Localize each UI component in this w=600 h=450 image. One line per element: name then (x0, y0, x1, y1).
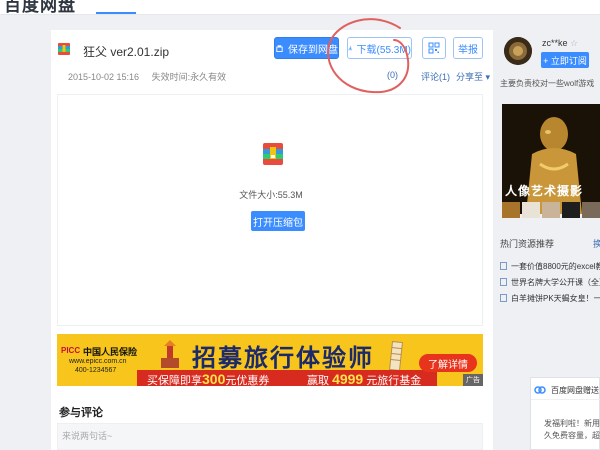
thumbnail[interactable] (522, 202, 540, 218)
ad-right-text: 赢取 (307, 375, 329, 386)
ad-url: www.epicc.com.cn (69, 358, 127, 365)
doc-icon (500, 278, 507, 286)
save-button-label: 保存到网盘 (288, 44, 338, 56)
comments-link[interactable]: 评论(1) (421, 70, 450, 83)
doc-icon (500, 262, 507, 270)
popup-line-2: 久免费容量，超大 (544, 431, 600, 440)
advertisement-banner[interactable]: PICC 中国人民保险 www.epicc.com.cn 400-1234567… (57, 334, 483, 386)
download-button[interactable]: 下载(55.3M) (347, 37, 412, 59)
share-to-label: 分享至 (456, 72, 484, 82)
promo-thumbnails (502, 202, 600, 220)
qrcode-button[interactable] (422, 37, 446, 59)
thumbnail[interactable] (502, 202, 520, 218)
popup-header: 百度网盘赠送 (531, 378, 600, 400)
list-item[interactable]: 白羊摊饼PK天蝎女皇！一代 (500, 290, 600, 306)
doc-icon (500, 294, 507, 302)
uploader-name[interactable]: zc**ke ☆ (542, 38, 578, 49)
share-to-link[interactable]: 分享至 ▾ (456, 70, 490, 83)
avatar[interactable] (504, 37, 532, 65)
uploader-bio: 主要负责校对一些wolf游戏 (500, 79, 595, 88)
list-item[interactable]: 一套价值8800元的excel教程 (500, 258, 600, 274)
thumbnail[interactable] (582, 202, 600, 218)
ad-left-number: 300 (202, 371, 226, 386)
uploader-name-text: zc**ke (542, 38, 568, 48)
thumbnail[interactable] (562, 202, 580, 218)
ad-headline: 招募旅行体验师 (192, 343, 374, 372)
download-button-label: 下载(55.3M) (356, 44, 411, 56)
top-navigation-bar: 百度网盘 (0, 0, 600, 15)
ad-brand-en: PICC (61, 346, 81, 355)
qrcode-icon (428, 42, 440, 54)
file-meta: 2015-10-02 15:16 失效时间:永久有效 (68, 70, 236, 83)
ad-phone: 400-1234567 (75, 367, 117, 374)
ad-right-suffix: 元旅行基金 (366, 375, 422, 386)
leaning-tower-icon (389, 341, 403, 371)
list-item-label: 一套价值8800元的excel教程 (511, 261, 600, 271)
cloud-save-icon (276, 45, 283, 53)
verified-star-icon: ☆ (570, 38, 579, 48)
active-tab-indicator (96, 12, 136, 14)
list-item-label: 世界名牌大学公开课（全） (511, 277, 600, 287)
ad-left-suffix: 元优惠券 (225, 375, 270, 386)
chevron-down-icon: ▾ (483, 72, 491, 82)
ad-cta-button[interactable]: 了解详情 (419, 354, 477, 372)
comments-heading: 参与评论 (59, 407, 103, 419)
open-archive-button[interactable]: 打开压缩包 (251, 211, 305, 231)
expiry-text: 失效时间:永久有效 (151, 72, 227, 82)
comment-input[interactable]: 来说两句话~ (57, 423, 483, 450)
recommendations-list: 一套价值8800元的excel教程 世界名牌大学公开课（全） 白羊摊饼PK天蝎女… (500, 258, 600, 306)
popup-body: 发福利啦！新用户 久免费容量，超大 (544, 418, 600, 442)
popup-line-1: 发福利啦！新用户 (544, 419, 600, 428)
landmark-icon (161, 340, 179, 368)
ad-label: 广告 (463, 374, 483, 386)
share-date: 2015-10-02 15:16 (68, 72, 140, 82)
ad-right-number: 4999 (332, 371, 364, 386)
report-button[interactable]: 举报 (453, 37, 483, 59)
file-name: 狂父 ver2.01.zip (83, 45, 170, 59)
ad-offer-left: 买保障即享300元优惠券 (147, 371, 269, 386)
zip-file-large-icon (263, 143, 283, 165)
promo-title: 人像艺术摄影 (505, 184, 584, 198)
recommendations-refresh[interactable]: 换 (593, 237, 600, 250)
ad-offer-right: 赢取 4999 元旅行基金 (307, 371, 421, 386)
save-to-netdisk-button[interactable]: 保存到网盘 (274, 37, 339, 59)
report-button-label: 举报 (458, 44, 478, 56)
thumbnail[interactable] (542, 202, 560, 218)
site-logo[interactable]: 百度网盘 (4, 0, 76, 14)
subscribe-button[interactable]: + 立即订阅 (541, 52, 589, 68)
file-size-text: 文件大小:55.3M (239, 190, 303, 200)
file-preview-area: 文件大小:55.3M 打开压缩包 (57, 94, 483, 326)
cloud-logo-icon (534, 386, 546, 394)
list-item-label: 白羊摊饼PK天蝎女皇！一代 (511, 293, 600, 303)
download-icon (348, 46, 353, 51)
zip-file-icon (58, 43, 70, 55)
ad-brand-cn: 中国人民保险 (83, 347, 138, 357)
ad-left-text: 买保障即享 (147, 375, 202, 386)
share-count-link[interactable]: (0) (387, 70, 398, 80)
list-item[interactable]: 世界名牌大学公开课（全） (500, 274, 600, 290)
popup-title: 百度网盘赠送 (551, 386, 599, 395)
promo-popup[interactable]: 百度网盘赠送 发福利啦！新用户 久免费容量，超大 (530, 377, 600, 450)
recommendations-heading: 热门资源推荐 (500, 239, 555, 249)
file-share-panel: 狂父 ver2.01.zip 2015-10-02 15:16 失效时间:永久有… (51, 30, 493, 450)
